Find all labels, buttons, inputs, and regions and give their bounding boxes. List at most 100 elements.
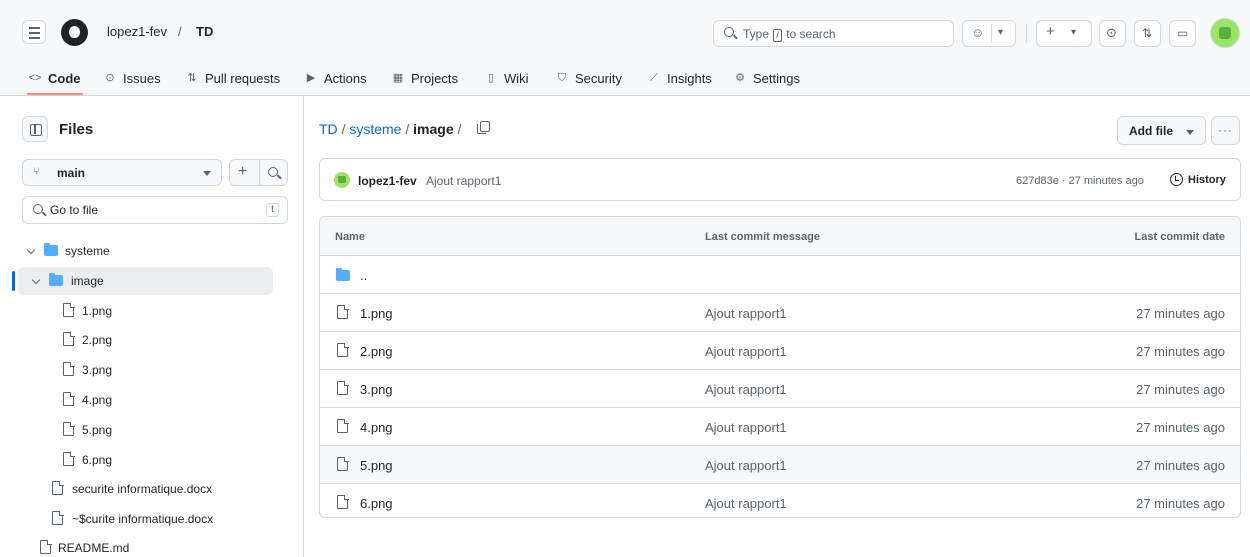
commit-meta[interactable]: 627d83e · 27 minutes ago — [1016, 175, 1144, 187]
commit-date: 27 minutes ago — [1136, 344, 1225, 359]
play-icon: ▶ — [306, 72, 316, 84]
shortcut-key: t — [266, 203, 279, 217]
kebab-icon: ··· — [1218, 123, 1233, 137]
file-icon — [337, 456, 349, 471]
commit-message[interactable]: Ajout rapport1 — [705, 344, 787, 359]
table-row[interactable]: 3.png Ajout rapport1 27 minutes ago — [320, 370, 1240, 408]
commit-message[interactable]: Ajout rapport1 — [426, 174, 501, 188]
book-icon: ▯ — [487, 72, 495, 84]
branch-selector[interactable]: ⑂ main — [22, 159, 222, 186]
commit-message[interactable]: Ajout rapport1 — [705, 496, 787, 511]
search-shortcut-key: / — [773, 29, 782, 42]
parent-dir-link[interactable]: .. — [360, 268, 367, 283]
add-file-button[interactable]: Add file — [1117, 116, 1206, 145]
table-row-parent[interactable]: .. — [320, 256, 1240, 294]
tab-label: Pull requests — [205, 71, 281, 86]
tree-item-file[interactable]: 1.png — [18, 297, 273, 325]
tab-label: Wiki — [504, 71, 529, 86]
issues-icon: ⊙ — [1106, 25, 1117, 40]
search-placeholder: Type / to search — [743, 27, 836, 42]
tree-item-systeme[interactable]: systeme — [18, 237, 273, 265]
column-header: Last commit date — [1134, 231, 1225, 243]
table-row[interactable]: 1.png Ajout rapport1 27 minutes ago — [320, 294, 1240, 332]
tree-item-file[interactable]: README.md — [18, 534, 273, 557]
table-row[interactable]: 4.png Ajout rapport1 27 minutes ago — [320, 408, 1240, 446]
menu-icon[interactable] — [22, 20, 46, 44]
tab-label: Insights — [667, 71, 712, 86]
pull-requests-button[interactable]: ⇅ — [1134, 20, 1161, 47]
search-icon[interactable] — [268, 167, 278, 177]
tree-item-file[interactable]: 4.png — [18, 386, 273, 414]
file-icon — [63, 331, 75, 346]
table-icon: ▦ — [392, 72, 404, 84]
tree-item-file[interactable]: 2.png — [18, 326, 273, 354]
file-name[interactable]: 6.png — [360, 496, 393, 511]
tree-item-image[interactable]: image — [18, 267, 273, 295]
header-divider — [1026, 24, 1027, 43]
plus-icon: + — [1046, 23, 1055, 40]
github-logo[interactable] — [61, 19, 88, 46]
avatar[interactable] — [1210, 18, 1240, 48]
tree-item-file[interactable]: securite informatique.docx — [18, 475, 273, 503]
issue-icon: ⊙ — [105, 72, 115, 84]
copilot-icon: ☺ — [971, 25, 985, 40]
tree-item-file[interactable]: 3.png — [18, 356, 273, 384]
commit-date: 27 minutes ago — [1136, 382, 1225, 397]
copilot-button[interactable]: ☺ ▾ — [962, 20, 1016, 47]
go-to-file-input[interactable] — [50, 202, 250, 218]
commit-author[interactable]: lopez1-fev — [358, 174, 417, 188]
breadcrumb-separator: / — [341, 121, 346, 137]
tree-label: 5.png — [82, 423, 113, 437]
copy-icon[interactable] — [477, 121, 490, 134]
plus-icon[interactable]: + — [238, 163, 247, 181]
issues-button[interactable]: ⊙ — [1099, 20, 1126, 47]
branch-name: main — [57, 166, 86, 180]
file-icon — [63, 421, 75, 436]
go-to-file-field[interactable]: t — [22, 196, 288, 224]
table-row[interactable]: 2.png Ajout rapport1 27 minutes ago — [320, 332, 1240, 370]
commit-message[interactable]: Ajout rapport1 — [705, 458, 787, 473]
column-header: Name — [335, 231, 365, 243]
avatar[interactable] — [334, 172, 350, 188]
file-name[interactable]: 2.png — [360, 344, 393, 359]
sidebar-collapse-icon[interactable] — [22, 116, 48, 142]
chevron-down-icon: ▾ — [998, 27, 1004, 38]
tree-label: 1.png — [82, 304, 113, 318]
file-name[interactable]: 5.png — [360, 458, 393, 473]
code-icon: <> — [28, 72, 42, 84]
history-link[interactable]: History — [1188, 174, 1226, 186]
search-input[interactable]: Type / to search — [713, 20, 954, 47]
folder-icon — [49, 273, 63, 286]
file-icon — [63, 302, 75, 317]
tree-item-file[interactable]: ~$curite informatique.docx — [18, 505, 273, 533]
tree-item-file[interactable]: 5.png — [18, 416, 273, 444]
commit-date: 27 minutes ago — [1136, 496, 1225, 511]
breadcrumb: TD / systeme / image / — [319, 121, 461, 137]
gear-icon: ⚙ — [735, 72, 745, 84]
table-row-hovered[interactable]: 5.png Ajout rapport1 27 minutes ago — [320, 446, 1240, 484]
commit-message[interactable]: Ajout rapport1 — [705, 382, 787, 397]
file-table: Name Last commit message Last commit dat… — [319, 216, 1241, 518]
owner-link[interactable]: lopez1-fev — [107, 24, 167, 39]
tree-item-file[interactable]: 6.png — [18, 446, 273, 474]
file-icon — [52, 480, 64, 495]
tree-label: 2.png — [82, 333, 113, 347]
inbox-icon: ▭ — [1177, 26, 1189, 40]
file-icon — [63, 391, 75, 406]
table-row[interactable]: 6.png Ajout rapport1 27 minutes ago — [320, 484, 1240, 517]
chevron-down-icon — [1186, 130, 1194, 135]
inbox-button[interactable]: ▭ — [1169, 20, 1196, 47]
commit-message[interactable]: Ajout rapport1 — [705, 306, 787, 321]
search-icon — [33, 204, 43, 214]
commit-message[interactable]: Ajout rapport1 — [705, 420, 787, 435]
repo-link[interactable]: TD — [196, 24, 213, 39]
file-name[interactable]: 3.png — [360, 382, 393, 397]
file-name[interactable]: 4.png — [360, 420, 393, 435]
breadcrumb-root-link[interactable]: TD — [319, 121, 338, 137]
create-new-button[interactable]: + ▾ — [1036, 20, 1092, 47]
more-options-button[interactable]: ··· — [1211, 116, 1240, 145]
file-name[interactable]: 1.png — [360, 306, 393, 321]
history-icon[interactable] — [1170, 173, 1183, 186]
chevron-down-icon — [203, 171, 211, 176]
breadcrumb-folder-link[interactable]: systeme — [349, 121, 401, 137]
